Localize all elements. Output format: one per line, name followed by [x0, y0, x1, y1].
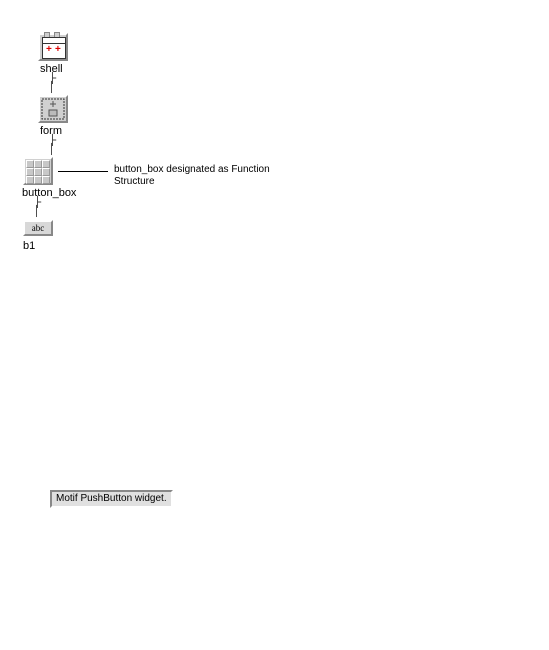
- pushbutton-icon: abc: [23, 220, 53, 236]
- tree-node-form[interactable]: [38, 95, 68, 123]
- connector: │: [49, 145, 55, 155]
- node-label-button-box: button_box: [22, 187, 76, 199]
- connector: │: [49, 83, 55, 93]
- tree-node-shell[interactable]: ++: [38, 33, 68, 61]
- shell-icon: ++: [38, 33, 68, 61]
- status-text: Motif PushButton widget.: [56, 493, 167, 504]
- form-icon: [38, 95, 68, 123]
- tree-node-b1[interactable]: abc: [23, 220, 53, 236]
- status-bar: Motif PushButton widget.: [50, 490, 173, 508]
- connector: │: [34, 207, 40, 217]
- tree-node-button-box[interactable]: [23, 157, 53, 185]
- grid-icon: [23, 157, 53, 185]
- annotation-connector: [58, 171, 108, 172]
- annotation-text-line1: button_box designated as Function: [114, 164, 270, 176]
- annotation-text-line2: Structure: [114, 176, 155, 188]
- node-label-b1: b1: [23, 240, 35, 252]
